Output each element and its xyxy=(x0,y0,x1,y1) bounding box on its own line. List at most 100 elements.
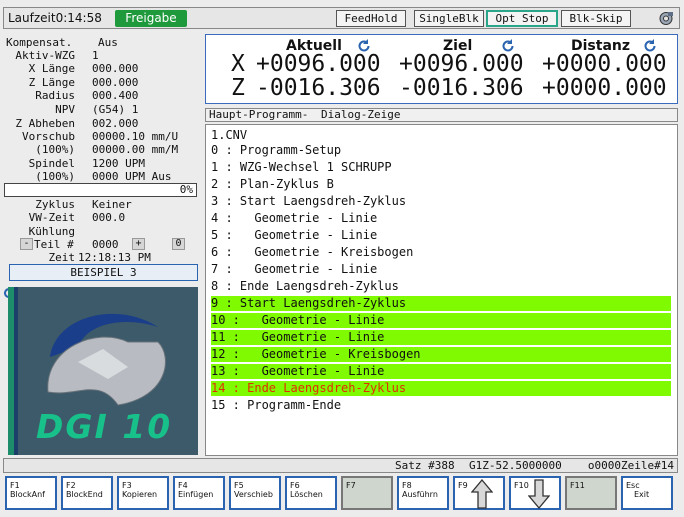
f7-button[interactable]: F7 xyxy=(341,476,393,510)
info-value: 1200 UPM xyxy=(92,157,145,170)
f2-block-end-button[interactable]: F2 BlockEnd xyxy=(61,476,113,510)
program-line-current[interactable]: 14 : Ende Laengsdreh-Zyklus xyxy=(211,381,671,396)
info-value: 00000.10 mm/U xyxy=(92,130,179,143)
info-value: 002.000 xyxy=(92,117,139,130)
program-line[interactable]: 7 : Geometrie - Linie xyxy=(211,262,671,277)
f1-block-start-button[interactable]: F1 BlockAnf xyxy=(5,476,57,510)
z-distance-value: +0000.000 xyxy=(542,75,667,101)
program-line[interactable]: 3 : Start Laengsdreh-Zyklus xyxy=(211,194,671,209)
x-axis-label: X xyxy=(231,51,245,77)
tab-main-program[interactable]: Haupt-Programm- xyxy=(209,108,308,121)
fkey-number: F8 xyxy=(402,481,412,490)
opt-stop-button[interactable]: Opt Stop xyxy=(486,10,558,27)
info-label: (100%) xyxy=(35,170,75,183)
info-label: NPV xyxy=(55,103,75,116)
program-line[interactable]: 2 : Plan-Zyklus B xyxy=(211,177,671,192)
fkey-label: Ausführn xyxy=(402,490,438,499)
info-value: 00000.00 mm/M xyxy=(92,143,179,156)
program-file-name: 1.CNV xyxy=(211,128,248,142)
cycle-value: Keiner xyxy=(92,198,132,211)
status-bar: Satz #388 G1Z-52.5000000 o0000Zeile#14 xyxy=(3,458,678,473)
fkey-label: Verschieb xyxy=(234,490,273,499)
fkey-label: Kopieren xyxy=(122,490,158,499)
fkey-label: Einfügen xyxy=(178,490,214,499)
fkey-number: F3 xyxy=(122,481,132,490)
progress-percent: 0% xyxy=(179,183,193,196)
program-line-selected[interactable]: 13 : Geometrie - Linie xyxy=(211,364,671,379)
position-display: Aktuell Ziel Distanz X +0096.000 +0096.0… xyxy=(205,34,678,104)
info-value: 000.400 xyxy=(92,89,139,102)
z-target-value: -0016.306 xyxy=(399,75,524,101)
dwell-time-value: 000.0 xyxy=(92,211,126,224)
program-list[interactable]: 1.CNV 0 : Programm-Setup 1 : WZG-Wechsel… xyxy=(205,124,678,456)
fkey-number: Esc xyxy=(626,481,640,490)
part-increment-button[interactable]: + xyxy=(132,238,145,250)
f10-scroll-down-button[interactable]: F10 xyxy=(509,476,561,510)
fkey-label: Exit xyxy=(634,490,650,499)
part-reset-button[interactable]: 0 xyxy=(172,238,185,250)
singleblock-button[interactable]: SingleBlk xyxy=(414,10,484,27)
time-label: Zeit xyxy=(48,251,76,264)
program-name-field[interactable]: BEISPIEL 3 xyxy=(9,264,198,281)
fkey-number: F2 xyxy=(66,481,76,490)
logo-text: DGI 10 xyxy=(36,407,173,446)
current-command: G1Z-52.5000000 xyxy=(469,459,562,472)
time-value: 12:18:13 PM xyxy=(78,251,151,264)
progress-bar: 0% xyxy=(4,183,197,197)
part-count-value: 0000 xyxy=(92,238,119,251)
f9-scroll-up-button[interactable]: F9 xyxy=(453,476,505,510)
program-tabs: Haupt-Programm- Dialog-Zeige xyxy=(205,108,678,122)
fkey-number: F11 xyxy=(570,481,585,490)
program-line-selected[interactable]: 10 : Geometrie - Linie xyxy=(211,313,671,328)
f4-paste-button[interactable]: F4 Einfügen xyxy=(173,476,225,510)
line-number: o0000Zeile#14 xyxy=(587,459,674,472)
esc-exit-button[interactable]: Esc Exit xyxy=(621,476,673,510)
program-line[interactable]: 8 : Ende Laengsdreh-Zyklus xyxy=(211,279,671,294)
enable-status-badge[interactable]: Freigabe xyxy=(115,10,187,27)
fkey-number: F6 xyxy=(290,481,300,490)
fkey-label: BlockAnf xyxy=(10,490,45,499)
fkey-number: F4 xyxy=(178,481,188,490)
program-line[interactable]: 15 : Programm-Ende xyxy=(211,398,671,413)
part-decrement-button[interactable]: - xyxy=(20,238,33,250)
dwell-time-label: VW-Zeit xyxy=(28,211,75,224)
program-line[interactable]: 6 : Geometrie - Kreisbogen xyxy=(211,245,671,260)
program-line[interactable]: 0 : Programm-Setup xyxy=(211,143,671,158)
compensation-label: Kompensat. xyxy=(6,36,73,49)
info-label: Z Länge xyxy=(28,76,75,89)
cycle-label: Zyklus xyxy=(35,198,75,211)
f3-copy-button[interactable]: F3 Kopieren xyxy=(117,476,169,510)
info-value: 0000 UPM Aus xyxy=(92,170,172,183)
f11-button[interactable]: F11 xyxy=(565,476,617,510)
feedhold-button[interactable]: FeedHold xyxy=(336,10,406,27)
program-line[interactable]: 1 : WZG-Wechsel 1 SCHRUPP xyxy=(211,160,671,175)
tab-dialog-view[interactable]: Dialog-Zeige xyxy=(321,108,400,121)
info-label: Spindel xyxy=(28,157,75,170)
program-line-selected[interactable]: 9 : Start Laengsdreh-Zyklus xyxy=(211,296,671,311)
program-line-selected[interactable]: 12 : Geometrie - Kreisbogen xyxy=(211,347,671,362)
program-line[interactable]: 4 : Geometrie - Linie xyxy=(211,211,671,226)
z-axis-label: Z xyxy=(231,75,245,101)
info-value: 1 xyxy=(92,49,99,62)
info-label: (100%) xyxy=(35,143,75,156)
runtime-display: Laufzeit0:14:58 xyxy=(8,11,102,25)
dgi-logo: DGI 10 xyxy=(8,287,198,455)
info-value: (G54) 1 xyxy=(92,103,139,116)
x-distance-value: +0000.000 xyxy=(542,51,667,77)
block-number: Satz #388 xyxy=(395,459,455,472)
info-value: 000.000 xyxy=(92,76,139,89)
block-skip-button[interactable]: Blk-Skip xyxy=(561,10,631,27)
fkey-number: F5 xyxy=(234,481,244,490)
x-actual-value: +0096.000 xyxy=(256,51,381,77)
f6-delete-button[interactable]: F6 Löschen xyxy=(285,476,337,510)
f8-execute-button[interactable]: F8 Ausführn xyxy=(397,476,449,510)
settings-icon[interactable] xyxy=(657,10,675,27)
f5-move-button[interactable]: F5 Verschieb xyxy=(229,476,281,510)
fkey-number: F1 xyxy=(10,481,20,490)
info-label: Vorschub xyxy=(22,130,75,143)
program-line[interactable]: 5 : Geometrie - Linie xyxy=(211,228,671,243)
fkey-label: Löschen xyxy=(290,490,323,499)
info-label: Z Abheben xyxy=(15,117,75,130)
compensation-value: Aus xyxy=(98,36,118,49)
program-line-selected[interactable]: 11 : Geometrie - Linie xyxy=(211,330,671,345)
